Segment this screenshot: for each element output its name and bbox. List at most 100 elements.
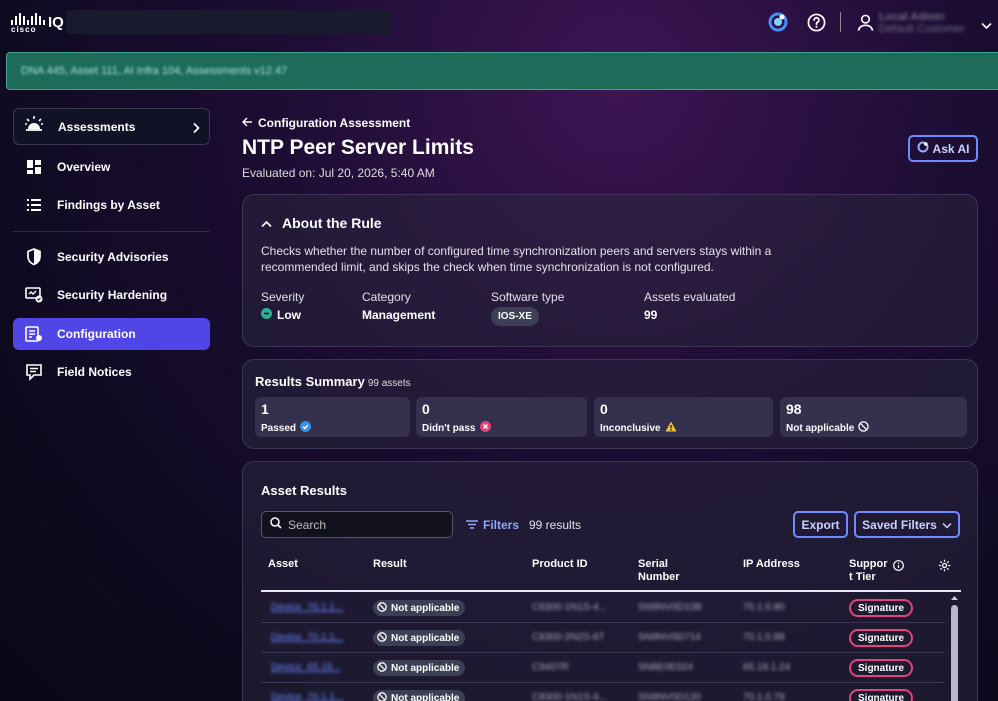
serial-number-cell: SN9NV0D10B	[638, 602, 702, 613]
ai-assistant-icon[interactable]	[768, 12, 788, 32]
severity-text: Low	[277, 308, 301, 322]
ban-icon	[377, 631, 387, 645]
results-summary-card: Results Summary 99 assets 1 Passed 0 Didn…	[242, 359, 978, 449]
filters-button[interactable]: Filters	[466, 518, 519, 532]
chevron-up-icon	[261, 215, 272, 231]
search-field[interactable]	[261, 511, 453, 538]
category-label: Category	[362, 290, 411, 304]
ban-icon	[377, 691, 387, 701]
table-row[interactable]: Device_65.18... Not applicable C9407R SN…	[261, 653, 945, 683]
sidebar-item-configuration[interactable]: Configuration	[13, 318, 210, 350]
ip-address-cell: 70.1.0.80	[743, 602, 785, 613]
column-header-ip-address[interactable]: IP Address	[743, 558, 800, 571]
sidebar-item-overview[interactable]: Overview	[13, 151, 210, 183]
saved-filters-button[interactable]: Saved Filters	[854, 511, 960, 538]
search-input[interactable]	[288, 517, 438, 532]
column-header-asset[interactable]: Asset	[268, 558, 298, 571]
rule-description: Checks whether the number of configured …	[261, 244, 772, 274]
about-rule-toggle[interactable]: About the Rule	[261, 215, 382, 231]
ask-ai-button[interactable]: Ask AI	[908, 135, 978, 162]
sidebar-item-security-hardening[interactable]: Security Hardening	[13, 279, 210, 311]
user-avatar-icon[interactable]	[855, 12, 875, 32]
filter-icon	[466, 518, 478, 532]
stat-number: 98	[786, 401, 802, 417]
column-header-result[interactable]: Result	[373, 558, 407, 571]
evaluated-date: Evaluated on: Jul 20, 2026, 5:40 AM	[242, 166, 435, 180]
stat-number: 1	[261, 401, 269, 417]
stat-didnt-pass[interactable]: 0 Didn't pass	[416, 397, 587, 437]
table-row[interactable]: Device_70.1.1... Not applicable C8300-1N…	[261, 593, 945, 623]
shield-icon	[25, 248, 43, 266]
asset-link[interactable]: Device_70.1.1...	[271, 602, 343, 613]
stat-passed[interactable]: 1 Passed	[255, 397, 410, 437]
sidebar-item-label: Overview	[57, 160, 111, 174]
stat-label: Not applicable	[786, 421, 870, 435]
serial-number-cell: SN9NV0D714	[638, 632, 701, 643]
info-icon[interactable]	[893, 558, 904, 576]
severity-low-icon	[261, 308, 272, 322]
back-link[interactable]: Configuration Assessment	[241, 116, 410, 130]
column-header-serial-number[interactable]: Serial Number	[638, 558, 688, 584]
topbar-divider	[840, 12, 841, 32]
help-icon[interactable]	[806, 12, 826, 32]
stat-label: Inconclusive	[600, 421, 677, 435]
product-id-cell: C8300-1N1S-4...	[532, 692, 608, 701]
sidebar-divider	[13, 231, 210, 232]
results-summary-label: Results Summary	[255, 374, 365, 389]
asset-link[interactable]: Device_70.1.1...	[271, 692, 343, 701]
result-text: Not applicable	[391, 692, 460, 701]
info-banner: DNA 445, Asset 111, AI Infra 104, Assess…	[6, 52, 998, 90]
cisco-logo[interactable]: cisco IQ	[11, 13, 64, 34]
assets-evaluated-value: 99	[644, 308, 658, 322]
export-button[interactable]: Export	[793, 511, 848, 538]
software-type-label: Software type	[491, 290, 565, 304]
result-chip: Not applicable	[373, 630, 466, 646]
global-search-bar[interactable]	[66, 10, 390, 34]
x-circle-icon	[479, 421, 491, 435]
table-row[interactable]: Device_70.1.1... Not applicable C8300-2N…	[261, 623, 945, 653]
asset-results-title: Asset Results	[261, 483, 347, 498]
support-tier-chip: Signature	[849, 689, 914, 701]
stat-number: 0	[600, 401, 608, 417]
asset-link[interactable]: Device_65.18...	[271, 662, 341, 673]
banner-text: DNA 445, Asset 111, AI Infra 104, Assess…	[21, 65, 288, 77]
search-icon	[270, 516, 282, 534]
product-id-cell: C9407R	[532, 662, 569, 673]
hardening-icon	[25, 286, 43, 304]
stat-label-text: Passed	[261, 422, 297, 434]
stat-not-applicable[interactable]: 98 Not applicable	[780, 397, 967, 437]
sidebar-item-security-advisories[interactable]: Security Advisories	[13, 241, 210, 273]
sidebar-item-field-notices[interactable]: Field Notices	[13, 356, 210, 388]
sidebar-section-assessments[interactable]: Assessments	[13, 108, 210, 145]
sidebar-item-findings-by-asset[interactable]: Findings by Asset	[13, 189, 210, 221]
chevron-down-icon[interactable]	[981, 17, 992, 35]
asset-link[interactable]: Device_70.1.1...	[271, 632, 343, 643]
check-circle-icon	[300, 421, 312, 435]
severity-value: Low	[261, 308, 301, 322]
saved-filters-label: Saved Filters	[862, 517, 937, 532]
assets-evaluated-label: Assets evaluated	[644, 290, 736, 304]
product-name: IQ	[48, 14, 64, 31]
arrow-left-icon	[241, 116, 253, 130]
table-row[interactable]: Device_70.1.1... Not applicable C8300-1N…	[261, 683, 945, 701]
support-tier-chip: Signature	[849, 599, 914, 617]
ban-icon	[858, 421, 870, 435]
user-name[interactable]: Local Admin	[879, 11, 945, 23]
serial-number-cell: SN8E0E024	[638, 662, 694, 673]
table-scrollbar[interactable]	[948, 593, 961, 701]
column-header-support-tier[interactable]: Support Tier	[849, 558, 891, 584]
chevron-down-icon	[942, 518, 952, 532]
user-org[interactable]: Default Customer	[879, 23, 965, 35]
ai-assistant-icon	[917, 141, 929, 156]
top-bar: cisco IQ Local Admin Default Customer	[0, 0, 998, 46]
stat-inconclusive[interactable]: 0 Inconclusive	[594, 397, 773, 437]
results-summary-count: 99 assets	[367, 378, 411, 389]
table-settings-gear-icon[interactable]	[938, 559, 951, 577]
stat-label-text: Inconclusive	[600, 422, 661, 434]
column-header-product-id[interactable]: Product ID	[532, 558, 588, 571]
warning-icon	[665, 421, 677, 435]
stat-label: Passed	[261, 421, 312, 435]
ip-address-cell: 65.18.1.24	[743, 662, 791, 673]
support-tier-chip: Signature	[849, 629, 914, 647]
ban-icon	[377, 601, 387, 615]
